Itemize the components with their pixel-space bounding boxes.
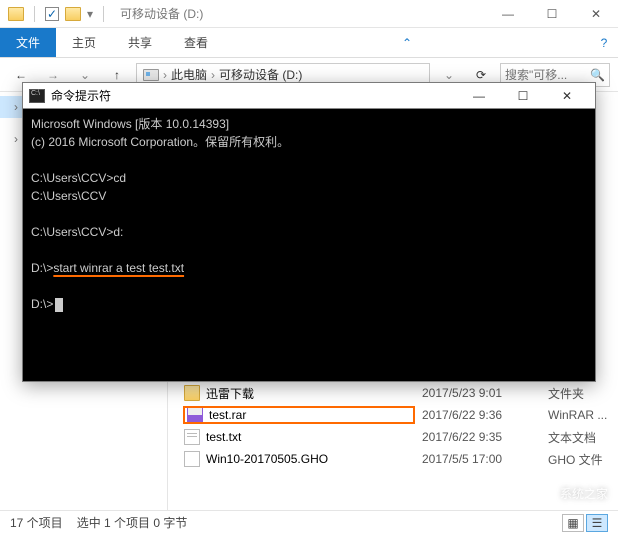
file-row[interactable]: test.rar 2017/6/22 9:36 WinRAR ...: [168, 404, 618, 426]
folder-icon: [8, 7, 24, 21]
breadcrumb-loc[interactable]: 可移动设备 (D:): [219, 66, 302, 83]
file-row[interactable]: test.txt 2017/6/22 9:35 文本文档: [168, 426, 618, 448]
qat-check-icon[interactable]: ✓: [45, 7, 59, 21]
file-row[interactable]: 迅雷下载 2017/5/23 9:01 文件夹: [168, 382, 618, 404]
file-name: test.txt: [206, 430, 241, 444]
file-name: test.rar: [209, 408, 246, 422]
file-date: 2017/5/23 9:01: [422, 386, 540, 400]
close-button[interactable]: ✕: [574, 0, 618, 28]
tab-home[interactable]: 主页: [56, 28, 112, 57]
cmd-highlighted-command: start winrar a test test.txt: [53, 261, 184, 275]
qat-folder-icon[interactable]: [65, 7, 81, 21]
file-type: WinRAR ...: [548, 408, 607, 422]
file-date: 2017/5/5 17:00: [422, 452, 540, 466]
search-placeholder: 搜索"可移...: [505, 66, 567, 83]
minimize-button[interactable]: —: [486, 0, 530, 28]
file-row[interactable]: Win10-20170505.GHO 2017/5/5 17:00 GHO 文件: [168, 448, 618, 470]
status-bar: 17 个项目 选中 1 个项目 0 字节 ▦ ☰: [0, 510, 618, 534]
tab-share[interactable]: 共享: [112, 28, 168, 57]
help-icon[interactable]: ?: [590, 28, 618, 57]
window-titlebar: ✓ ▾ 可移动设备 (D:) — ☐ ✕: [0, 0, 618, 28]
cmd-close-button[interactable]: ✕: [545, 83, 589, 109]
breadcrumb-root[interactable]: 此电脑: [171, 66, 207, 83]
cmd-icon: [29, 89, 45, 103]
cmd-window: 命令提示符 — ☐ ✕ Microsoft Windows [版本 10.0.1…: [22, 82, 596, 382]
cursor-icon: [55, 298, 63, 312]
cmd-maximize-button[interactable]: ☐: [501, 83, 545, 109]
cmd-minimize-button[interactable]: —: [457, 83, 501, 109]
search-icon: 🔍: [590, 68, 605, 82]
file-type: 文本文档: [548, 429, 596, 446]
ribbon-tabs: 文件 主页 共享 查看 ⌃ ?: [0, 28, 618, 58]
status-count: 17 个项目: [10, 514, 63, 531]
txt-icon: [184, 429, 200, 445]
file-type: 文件夹: [548, 385, 584, 402]
cmd-title: 命令提示符: [51, 87, 111, 104]
file-date: 2017/6/22 9:35: [422, 430, 540, 444]
view-details-button[interactable]: ☰: [586, 514, 608, 532]
tab-view[interactable]: 查看: [168, 28, 224, 57]
file-date: 2017/6/22 9:36: [422, 408, 540, 422]
watermark-icon: [526, 482, 554, 504]
view-thumbnails-button[interactable]: ▦: [562, 514, 584, 532]
watermark: 系统之家: [526, 482, 608, 504]
file-name: Win10-20170505.GHO: [206, 452, 328, 466]
cmd-titlebar[interactable]: 命令提示符 — ☐ ✕: [23, 83, 595, 109]
maximize-button[interactable]: ☐: [530, 0, 574, 28]
file-name: 迅雷下载: [206, 385, 254, 402]
cmd-output: Microsoft Windows [版本 10.0.14393] (c) 20…: [23, 109, 595, 319]
status-selection: 选中 1 个项目 0 字节: [77, 514, 188, 531]
ribbon-expand-icon[interactable]: ⌃: [393, 28, 421, 57]
tab-file[interactable]: 文件: [0, 28, 56, 57]
drive-icon: [143, 69, 159, 81]
file-type: GHO 文件: [548, 451, 603, 468]
window-title: 可移动设备 (D:): [120, 5, 203, 22]
qat-overflow-icon[interactable]: ▾: [87, 7, 93, 21]
rar-icon: [187, 407, 203, 423]
gho-icon: [184, 451, 200, 467]
folder-icon: [184, 385, 200, 401]
